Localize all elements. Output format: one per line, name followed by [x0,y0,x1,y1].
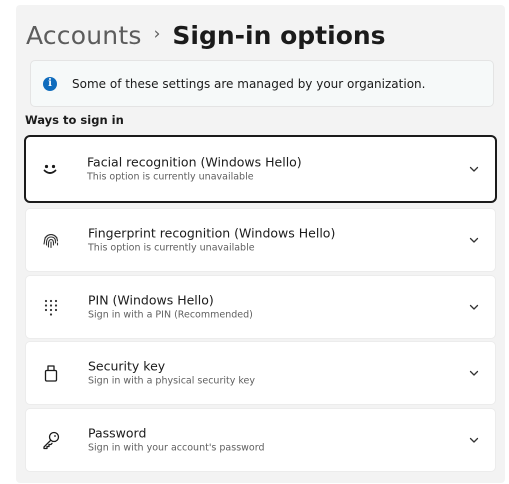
option-text: Facial recognition (Windows Hello) This … [87,155,302,184]
chevron-down-icon[interactable] [467,433,481,447]
option-subtitle: This option is currently unavailable [88,242,255,254]
option-subtitle: Sign in with a PIN (Recommended) [88,309,253,321]
option-text: Password Sign in with your account's pas… [88,426,265,455]
option-security-key[interactable]: Security key Sign in with a physical sec… [25,341,496,405]
option-facial-recognition[interactable]: Facial recognition (Windows Hello) This … [24,135,497,203]
option-text: PIN (Windows Hello) Sign in with a PIN (… [88,293,253,322]
option-subtitle: This option is currently unavailable [87,171,254,183]
option-title: Facial recognition (Windows Hello) [87,154,302,170]
option-subtitle: Sign in with a physical security key [88,375,255,387]
chevron-down-icon[interactable] [467,233,481,247]
chevron-down-icon[interactable] [467,162,481,176]
pin-keypad-icon [40,296,62,318]
security-key-icon [40,362,62,384]
option-pin[interactable]: PIN (Windows Hello) Sign in with a PIN (… [25,275,496,339]
option-title: Password [88,425,147,441]
breadcrumb-accounts-link[interactable]: Accounts [26,21,142,50]
info-icon: i [43,76,57,91]
page-title: Sign-in options [172,20,386,50]
organization-notice-bar: i Some of these settings are managed by … [30,60,494,107]
chevron-down-icon[interactable] [467,300,481,314]
password-key-icon [40,429,62,451]
breadcrumb-separator: › [153,24,161,44]
organization-notice-text: Some of these settings are managed by yo… [72,76,426,91]
settings-panel: Accounts › Sign-in options i Some of the… [16,5,505,483]
option-text: Fingerprint recognition (Windows Hello) … [88,226,335,255]
breadcrumb: Accounts › Sign-in options [26,15,386,55]
option-title: Security key [88,358,166,374]
fingerprint-icon [40,229,62,251]
option-title: PIN (Windows Hello) [88,292,214,308]
option-title: Fingerprint recognition (Windows Hello) [88,225,336,241]
option-fingerprint-recognition[interactable]: Fingerprint recognition (Windows Hello) … [25,208,496,272]
chevron-down-icon[interactable] [467,366,481,380]
face-icon [39,158,61,180]
option-text: Security key Sign in with a physical sec… [88,359,255,388]
option-subtitle: Sign in with your account's password [88,442,265,454]
option-password[interactable]: Password Sign in with your account's pas… [25,408,496,472]
ways-to-sign-in-heading: Ways to sign in [25,113,124,127]
